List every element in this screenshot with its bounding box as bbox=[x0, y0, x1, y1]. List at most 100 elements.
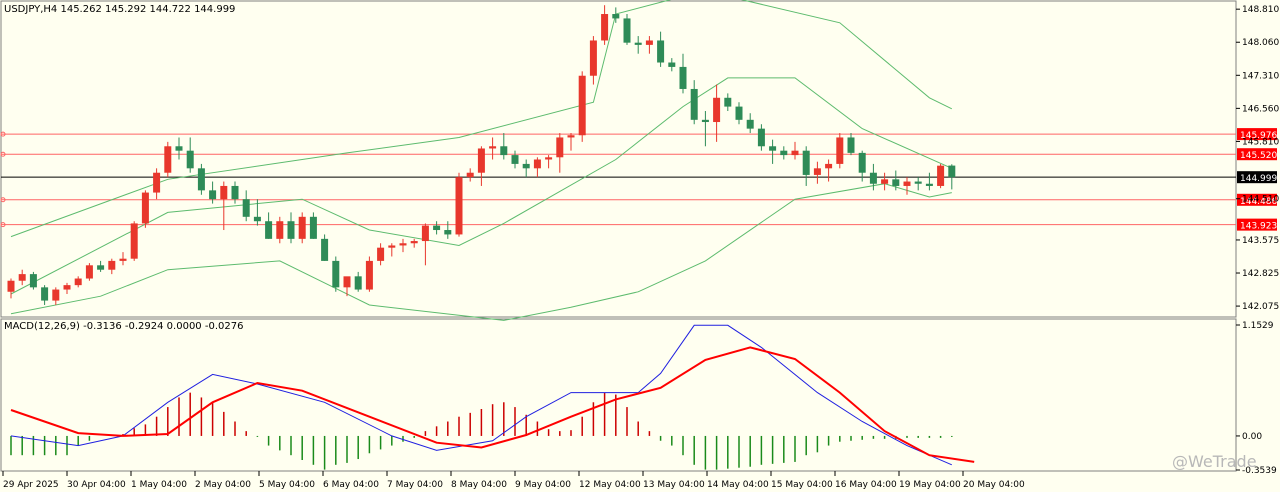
bullish-candle bbox=[108, 260, 116, 270]
time-tick-label: 9 May 04:00 bbox=[515, 480, 571, 490]
bullish-candle bbox=[455, 177, 463, 235]
bearish-candle bbox=[612, 14, 620, 19]
bullish-candle bbox=[578, 75, 586, 136]
bearish-candle bbox=[433, 225, 441, 231]
bullish-candle bbox=[881, 179, 889, 184]
bullish-candle bbox=[589, 40, 597, 76]
macd-tick-label: 0.00 bbox=[1242, 432, 1262, 442]
watermark: @WeTrade bbox=[1172, 452, 1257, 471]
price-tick-label: 142.075 bbox=[1242, 302, 1279, 312]
price-tick-label: 142.825 bbox=[1242, 269, 1279, 279]
bullish-candle bbox=[52, 289, 60, 301]
bearish-candle bbox=[309, 216, 317, 239]
trading-chart: 145.976145.520144.486143.923144.999148.8… bbox=[0, 0, 1280, 492]
bearish-candle bbox=[623, 18, 631, 43]
bearish-candle bbox=[858, 152, 866, 173]
bearish-candle bbox=[802, 150, 810, 175]
bearish-candle bbox=[29, 274, 37, 288]
price-tick-label: 147.310 bbox=[1242, 71, 1279, 81]
bearish-candle bbox=[231, 185, 239, 200]
bearish-candle bbox=[780, 150, 788, 156]
bearish-candle bbox=[354, 276, 362, 290]
bullish-candle bbox=[63, 285, 71, 290]
time-tick-label: 30 Apr 04:00 bbox=[67, 480, 126, 490]
bearish-candle bbox=[869, 172, 877, 184]
bearish-candle bbox=[197, 168, 205, 191]
bearish-candle bbox=[948, 165, 956, 178]
bearish-candle bbox=[735, 106, 743, 120]
time-tick-label: 20 May 04:00 bbox=[963, 480, 1025, 490]
bullish-candle bbox=[164, 146, 172, 173]
bearish-candle bbox=[892, 179, 900, 186]
bearish-candle bbox=[287, 221, 295, 239]
bullish-candle bbox=[489, 146, 497, 149]
time-tick-label: 1 May 04:00 bbox=[131, 480, 187, 490]
bearish-candle bbox=[769, 146, 777, 151]
macd-tick-label: 1.1529 bbox=[1242, 321, 1274, 331]
bearish-candle bbox=[97, 265, 105, 270]
bearish-candle bbox=[746, 119, 754, 129]
bullish-candle bbox=[298, 216, 306, 239]
bearish-candle bbox=[332, 260, 340, 288]
time-tick-label: 8 May 04:00 bbox=[451, 480, 507, 490]
bullish-candle bbox=[85, 265, 93, 279]
bullish-candle bbox=[713, 97, 721, 123]
bullish-candle bbox=[153, 172, 161, 193]
bearish-candle bbox=[186, 150, 194, 169]
bearish-candle bbox=[253, 216, 261, 222]
bullish-candle bbox=[545, 157, 553, 160]
bullish-candle bbox=[601, 14, 609, 41]
bullish-candle bbox=[7, 280, 15, 292]
bullish-candle bbox=[220, 185, 228, 200]
bearish-candle bbox=[679, 66, 687, 89]
bullish-candle bbox=[645, 40, 653, 45]
bullish-candle bbox=[556, 137, 564, 158]
bearish-candle bbox=[634, 42, 642, 45]
price-tick-label: 148.060 bbox=[1242, 38, 1279, 48]
bearish-candle bbox=[757, 128, 765, 147]
bullish-candle bbox=[410, 241, 418, 244]
bullish-candle bbox=[825, 163, 833, 169]
bearish-candle bbox=[41, 287, 49, 301]
bullish-candle bbox=[836, 137, 844, 164]
bullish-candle bbox=[477, 148, 485, 173]
bearish-candle bbox=[321, 238, 329, 261]
bearish-candle bbox=[925, 183, 933, 186]
price-tick-label: 148.810 bbox=[1242, 5, 1279, 15]
bearish-candle bbox=[511, 155, 519, 164]
bearish-candle bbox=[668, 62, 676, 67]
time-tick-label: 7 May 04:00 bbox=[387, 480, 443, 490]
symbol-header: USDJPY,H4 145.262 145.292 144.722 144.99… bbox=[4, 4, 235, 15]
bullish-candle bbox=[74, 278, 82, 286]
bullish-candle bbox=[130, 223, 138, 259]
bearish-candle bbox=[265, 221, 273, 239]
time-tick-label: 13 May 04:00 bbox=[643, 480, 705, 490]
bullish-candle bbox=[533, 159, 541, 169]
level-price-label: 143.923 bbox=[1240, 222, 1277, 232]
bullish-candle bbox=[18, 274, 26, 281]
time-tick-label: 19 May 04:00 bbox=[899, 480, 961, 490]
time-tick-label: 2 May 04:00 bbox=[195, 480, 251, 490]
bearish-candle bbox=[657, 40, 665, 63]
bearish-candle bbox=[242, 199, 250, 217]
time-tick-label: 12 May 04:00 bbox=[579, 480, 641, 490]
time-tick-label: 16 May 04:00 bbox=[835, 480, 897, 490]
bearish-candle bbox=[724, 97, 732, 107]
bullish-candle bbox=[567, 135, 575, 138]
bearish-candle bbox=[701, 119, 709, 123]
bearish-candle bbox=[914, 181, 922, 184]
bullish-candle bbox=[399, 243, 407, 246]
bullish-candle bbox=[903, 181, 911, 186]
bearish-candle bbox=[444, 230, 452, 235]
bearish-candle bbox=[690, 88, 698, 120]
bearish-candle bbox=[522, 163, 530, 169]
bullish-candle bbox=[388, 245, 396, 248]
bullish-candle bbox=[119, 258, 127, 261]
bullish-candle bbox=[937, 165, 945, 186]
time-tick-label: 15 May 04:00 bbox=[771, 480, 833, 490]
bullish-candle bbox=[813, 168, 821, 175]
price-tick-label: 145.810 bbox=[1242, 137, 1279, 147]
time-tick-label: 14 May 04:00 bbox=[707, 480, 769, 490]
price-tick-label: 146.560 bbox=[1242, 104, 1279, 114]
bearish-candle bbox=[500, 146, 508, 156]
